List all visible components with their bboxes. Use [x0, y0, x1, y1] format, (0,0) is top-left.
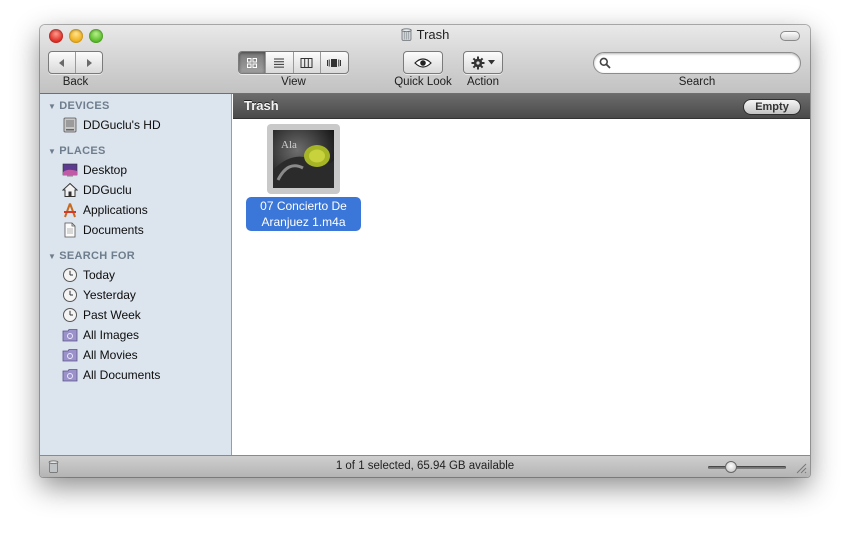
sidebar-item-desktop[interactable]: Desktop — [62, 161, 127, 179]
toolbar: Trash Back View Quick Look Action Search — [40, 25, 810, 94]
icon-size-slider[interactable] — [708, 466, 786, 469]
file-browser: Ala 07 Concierto De Aranjuez 1.m4a — [233, 120, 810, 455]
window-title: Trash — [416, 27, 450, 42]
list-view-button[interactable] — [266, 52, 294, 73]
disclosure-triangle-icon: ▼ — [48, 251, 57, 261]
sidebar-item-documents[interactable]: Documents — [62, 221, 144, 239]
sidebar-section-places[interactable]: ▼ PLACES — [48, 145, 106, 157]
path-bar: Trash Empty — [233, 94, 810, 119]
documents-icon — [64, 222, 76, 238]
search-icon — [599, 57, 611, 69]
back-label: Back — [62, 76, 89, 88]
smart-folder-icon — [62, 369, 78, 382]
sidebar-item-label: Applications — [83, 203, 148, 217]
sidebar-item-hd[interactable]: DDGuclu's HD — [62, 116, 161, 134]
sidebar-item-applications[interactable]: Applications — [62, 201, 148, 219]
sidebar-item-today[interactable]: Today — [62, 266, 115, 284]
icon-view-icon — [247, 57, 258, 68]
sidebar-item-label: All Movies — [83, 348, 138, 362]
disclosure-triangle-icon: ▼ — [48, 101, 57, 111]
quick-look-button[interactable] — [403, 51, 443, 74]
file-name-line: Aranjuez 1.m4a — [261, 215, 346, 229]
resize-grip-icon[interactable] — [796, 463, 807, 474]
sidebar-section-search-for[interactable]: ▼ SEARCH FOR — [48, 250, 135, 262]
column-view-icon — [300, 57, 313, 68]
coverflow-view-icon — [327, 58, 342, 67]
eye-icon — [414, 57, 432, 68]
album-art-icon: Ala — [273, 130, 334, 188]
back-forward-control — [48, 51, 103, 74]
title-bar: Trash — [40, 27, 810, 45]
sidebar-item-label: Past Week — [83, 308, 141, 322]
sidebar-item-all-movies[interactable]: All Movies — [62, 346, 138, 364]
trash-icon — [400, 28, 412, 41]
home-icon — [62, 182, 78, 197]
view-control — [238, 51, 349, 74]
action-label: Action — [467, 76, 499, 88]
status-bar: 1 of 1 selected, 65.94 GB available — [40, 455, 810, 477]
search-input[interactable] — [614, 55, 794, 71]
gear-icon — [471, 56, 485, 69]
back-button[interactable] — [49, 52, 76, 73]
smart-folder-icon — [62, 329, 78, 342]
smart-folder-icon — [62, 349, 78, 362]
sidebar-item-label: Yesterday — [83, 288, 136, 302]
column-view-button[interactable] — [294, 52, 321, 73]
sidebar-item-label: DDGuclu's HD — [83, 118, 161, 132]
chevron-down-icon — [488, 60, 495, 65]
coverflow-view-button[interactable] — [321, 52, 348, 73]
file-name-line: 07 Concierto De — [260, 199, 347, 213]
icon-size-slider-knob[interactable] — [724, 461, 737, 473]
sidebar-item-label: All Images — [83, 328, 140, 342]
action-button[interactable] — [463, 51, 503, 74]
file-thumbnail-frame[interactable]: Ala — [267, 124, 340, 194]
back-arrow-icon — [58, 58, 64, 67]
quick-look-label: Quick Look — [394, 76, 452, 88]
search-field-container — [593, 52, 801, 74]
sidebar-item-label: Today — [83, 268, 116, 282]
empty-trash-button[interactable]: Empty — [743, 99, 801, 115]
icon-view-button[interactable] — [239, 52, 267, 73]
forward-button[interactable] — [76, 52, 102, 73]
list-view-icon — [274, 58, 285, 68]
search-label: Search — [678, 76, 716, 88]
sidebar-item-label: Desktop — [83, 163, 128, 177]
finder-window: Trash Back View Quick Look Action Search… — [40, 25, 810, 477]
status-text: 1 of 1 selected, 65.94 GB available — [335, 460, 515, 472]
desktop-icon — [62, 163, 78, 177]
sidebar-item-label: All Documents — [83, 368, 161, 382]
clock-icon — [63, 268, 77, 282]
file-name-label[interactable]: 07 Concierto De Aranjuez 1.m4a — [246, 197, 361, 231]
sidebar-item-past-week[interactable]: Past Week — [62, 306, 141, 324]
sidebar-item-label: Documents — [83, 223, 144, 237]
sidebar-item-home[interactable]: DDGuclu — [62, 181, 132, 199]
svg-text:Ala: Ala — [281, 139, 297, 151]
toolbar-toggle-button[interactable] — [780, 31, 800, 41]
forward-arrow-icon — [86, 58, 92, 67]
hard-drive-icon — [63, 117, 77, 133]
sidebar-section-devices[interactable]: ▼ DEVICES — [48, 100, 110, 112]
sidebar-item-yesterday[interactable]: Yesterday — [62, 286, 136, 304]
clock-icon — [63, 288, 77, 302]
view-label: View — [281, 76, 306, 88]
folder-title: Trash — [244, 98, 279, 113]
section-header-label: PLACES — [59, 145, 106, 157]
sidebar-item-all-images[interactable]: All Images — [62, 326, 139, 344]
section-header-label: SEARCH FOR — [59, 250, 135, 262]
sidebar-item-label: DDGuclu — [83, 183, 132, 197]
sidebar-item-all-documents[interactable]: All Documents — [62, 366, 160, 384]
clock-icon — [63, 308, 77, 322]
applications-icon — [64, 203, 76, 218]
sidebar: ▼ DEVICES DDGuclu's HD ▼ PLACES Desktop — [40, 94, 232, 455]
disclosure-triangle-icon: ▼ — [48, 146, 57, 156]
section-header-label: DEVICES — [59, 100, 110, 112]
